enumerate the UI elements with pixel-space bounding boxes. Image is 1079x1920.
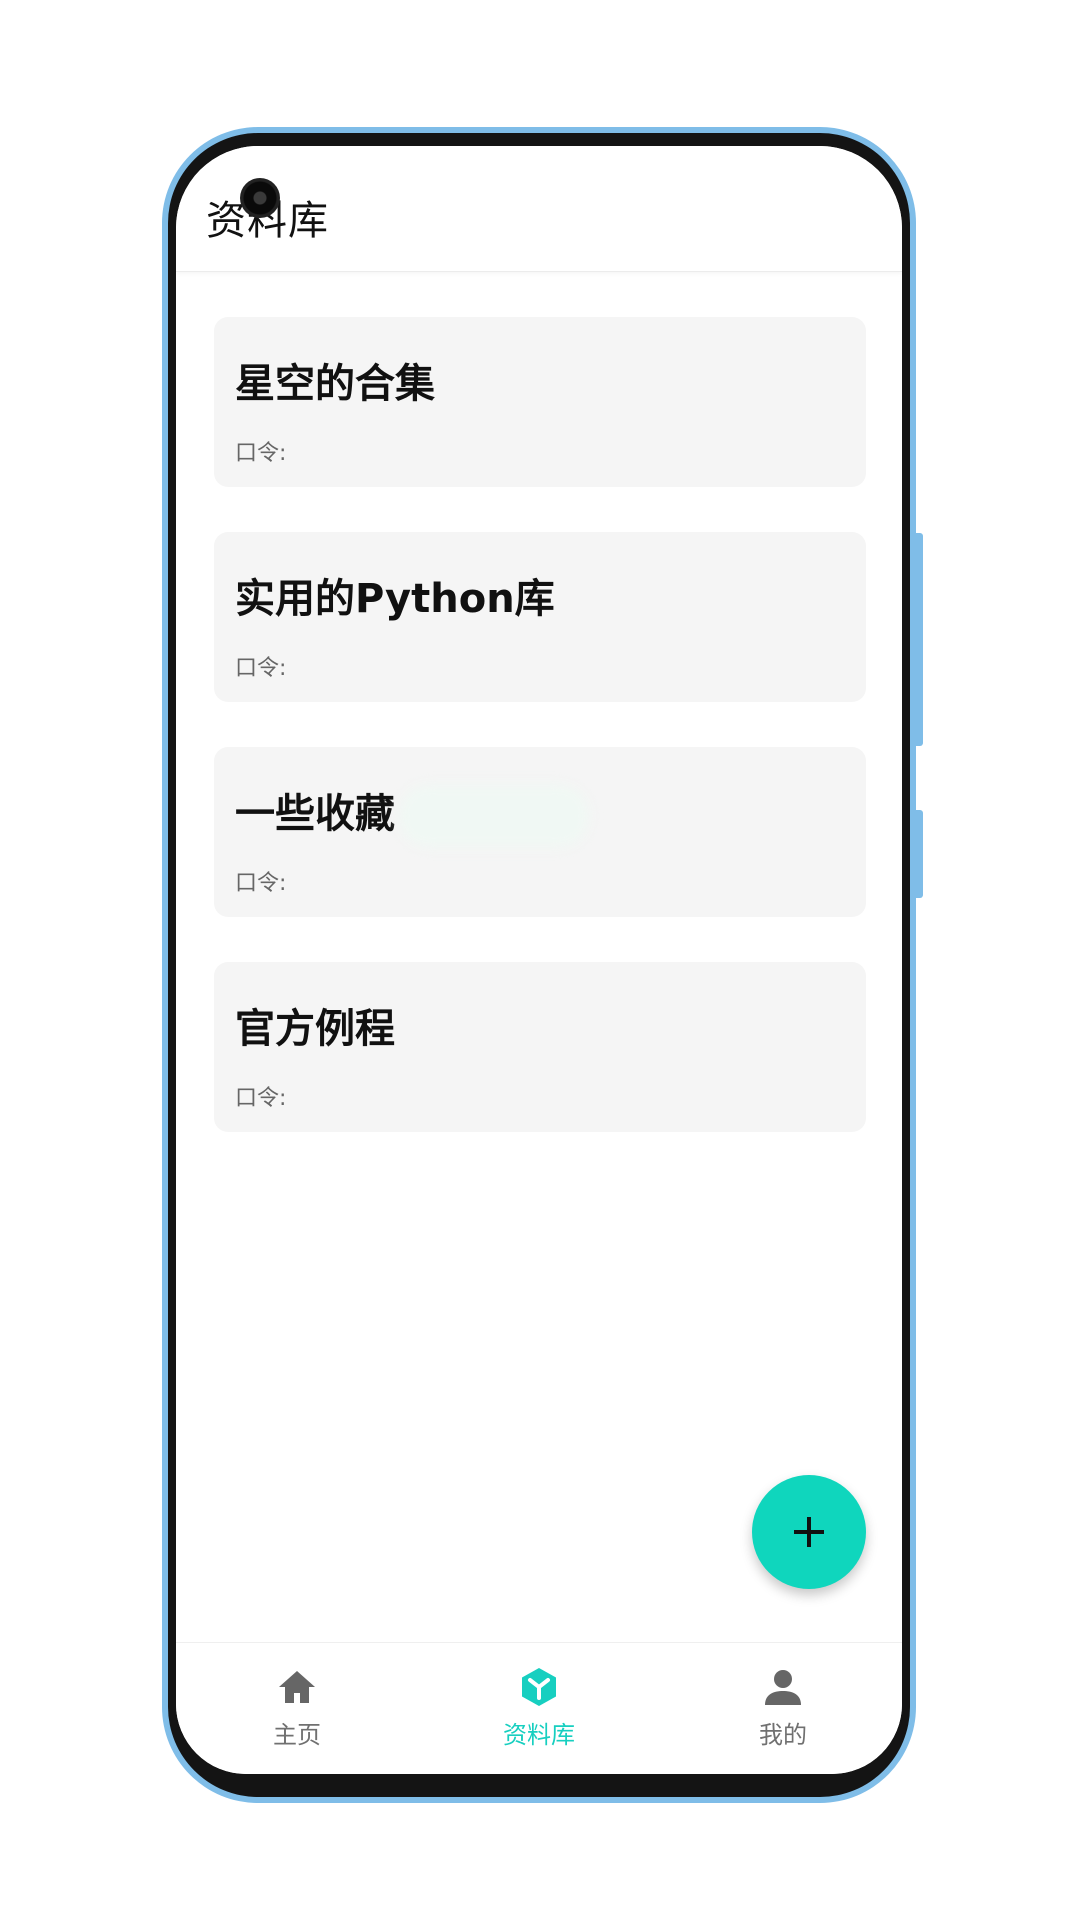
library-card[interactable]: 星空的合集 口令: [214, 317, 866, 487]
cube-icon [522, 1668, 556, 1706]
blurred-region [399, 785, 589, 847]
app-screen: 资料库 星空的合集 口令: 实用的Python库 口令: 一些收藏 口令: 官方… [176, 146, 902, 1774]
nav-label-library: 资料库 [503, 1721, 575, 1749]
library-card[interactable]: 官方例程 口令: [214, 962, 866, 1132]
library-card[interactable]: 一些收藏 口令: [214, 747, 866, 917]
card-title: 一些收藏 [235, 791, 395, 837]
volume-button [916, 533, 923, 746]
card-password-label: 口令: [235, 656, 287, 681]
front-camera [240, 178, 280, 218]
card-password-label: 口令: [235, 1086, 287, 1111]
app-bar: 资料库 [176, 146, 902, 272]
nav-item-library[interactable]: 资料库 [459, 1665, 619, 1761]
plus-icon [794, 1517, 824, 1547]
card-title: 星空的合集 [235, 361, 435, 407]
nav-item-profile[interactable]: 我的 [703, 1665, 863, 1761]
home-icon [279, 1671, 315, 1703]
library-list: 星空的合集 口令: 实用的Python库 口令: 一些收藏 口令: 官方例程 口… [214, 317, 866, 1177]
library-card[interactable]: 实用的Python库 口令: [214, 532, 866, 702]
card-password-label: 口令: [235, 441, 287, 466]
bottom-nav: 主页 资料库 我的 [176, 1642, 902, 1774]
nav-label-home: 主页 [273, 1721, 321, 1749]
person-icon [765, 1670, 801, 1705]
nav-label-profile: 我的 [759, 1721, 807, 1749]
power-button [916, 810, 923, 898]
add-button[interactable] [752, 1475, 866, 1589]
card-title: 官方例程 [235, 1006, 395, 1052]
card-title: 实用的Python库 [235, 576, 555, 622]
card-password-label: 口令: [235, 871, 287, 896]
nav-item-home[interactable]: 主页 [217, 1665, 377, 1761]
